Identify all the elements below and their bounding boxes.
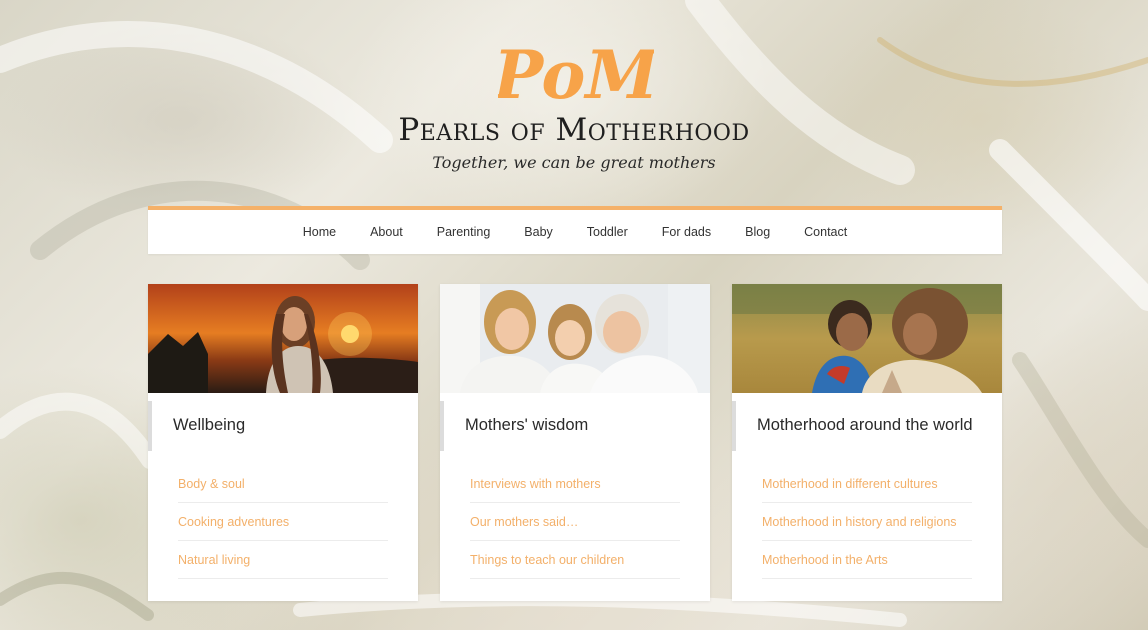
list-item: Motherhood in different cultures — [762, 465, 972, 503]
card-heading: Mothers' wisdom — [440, 393, 710, 457]
link-our-mothers-said[interactable]: Our mothers said… — [470, 515, 578, 529]
site-title: Pearls of Motherhood — [398, 112, 750, 148]
link-natural-living[interactable]: Natural living — [178, 553, 250, 567]
link-in-the-arts[interactable]: Motherhood in the Arts — [762, 553, 888, 567]
link-things-to-teach[interactable]: Things to teach our children — [470, 553, 624, 567]
link-body-soul[interactable]: Body & soul — [178, 477, 245, 491]
nav-home[interactable]: Home — [303, 225, 336, 239]
card-title[interactable]: Mothers' wisdom — [465, 416, 588, 435]
list-item: Cooking adventures — [178, 503, 388, 541]
list-item: Motherhood in the Arts — [762, 541, 972, 579]
heading-accent-bar — [732, 401, 736, 451]
card-wellbeing: Wellbeing Body & soul Cooking adventures… — [148, 284, 418, 601]
site-tagline: Together, we can be great mothers — [432, 153, 716, 172]
list-item: Natural living — [178, 541, 388, 579]
heading-accent-bar — [148, 401, 152, 451]
list-item: Things to teach our children — [470, 541, 680, 579]
pom-logo[interactable]: PoM — [498, 28, 654, 114]
nav-toddler[interactable]: Toddler — [587, 225, 628, 239]
card-heading: Motherhood around the world — [732, 393, 1002, 457]
main-nav: Home About Parenting Baby Toddler For da… — [148, 206, 1002, 254]
card-link-list: Body & soul Cooking adventures Natural l… — [178, 465, 388, 579]
nav-blog[interactable]: Blog — [745, 225, 770, 239]
card-link-list: Motherhood in different cultures Motherh… — [762, 465, 972, 579]
nav-for-dads[interactable]: For dads — [662, 225, 711, 239]
card-title[interactable]: Wellbeing — [173, 416, 245, 435]
nav-about[interactable]: About — [370, 225, 403, 239]
mother-and-child-photo[interactable] — [732, 284, 1002, 393]
list-item: Our mothers said… — [470, 503, 680, 541]
svg-text:PoM: PoM — [498, 36, 654, 114]
list-item: Body & soul — [178, 465, 388, 503]
card-title[interactable]: Motherhood around the world — [757, 416, 973, 435]
card-motherhood-world: Motherhood around the world Motherhood i… — [732, 284, 1002, 601]
list-item: Interviews with mothers — [470, 465, 680, 503]
card-heading: Wellbeing — [148, 393, 418, 457]
card-mothers-wisdom: Mothers' wisdom Interviews with mothers … — [440, 284, 710, 601]
link-cooking-adventures[interactable]: Cooking adventures — [178, 515, 289, 529]
heading-accent-bar — [440, 401, 444, 451]
card-link-list: Interviews with mothers Our mothers said… — [470, 465, 680, 579]
link-interviews-with-mothers[interactable]: Interviews with mothers — [470, 477, 601, 491]
three-generations-photo[interactable] — [440, 284, 710, 393]
list-item: Motherhood in history and religions — [762, 503, 972, 541]
nav-baby[interactable]: Baby — [524, 225, 553, 239]
woman-at-sunset-photo[interactable] — [148, 284, 418, 393]
link-different-cultures[interactable]: Motherhood in different cultures — [762, 477, 938, 491]
link-history-religions[interactable]: Motherhood in history and religions — [762, 515, 957, 529]
nav-contact[interactable]: Contact — [804, 225, 847, 239]
nav-parenting[interactable]: Parenting — [437, 225, 491, 239]
